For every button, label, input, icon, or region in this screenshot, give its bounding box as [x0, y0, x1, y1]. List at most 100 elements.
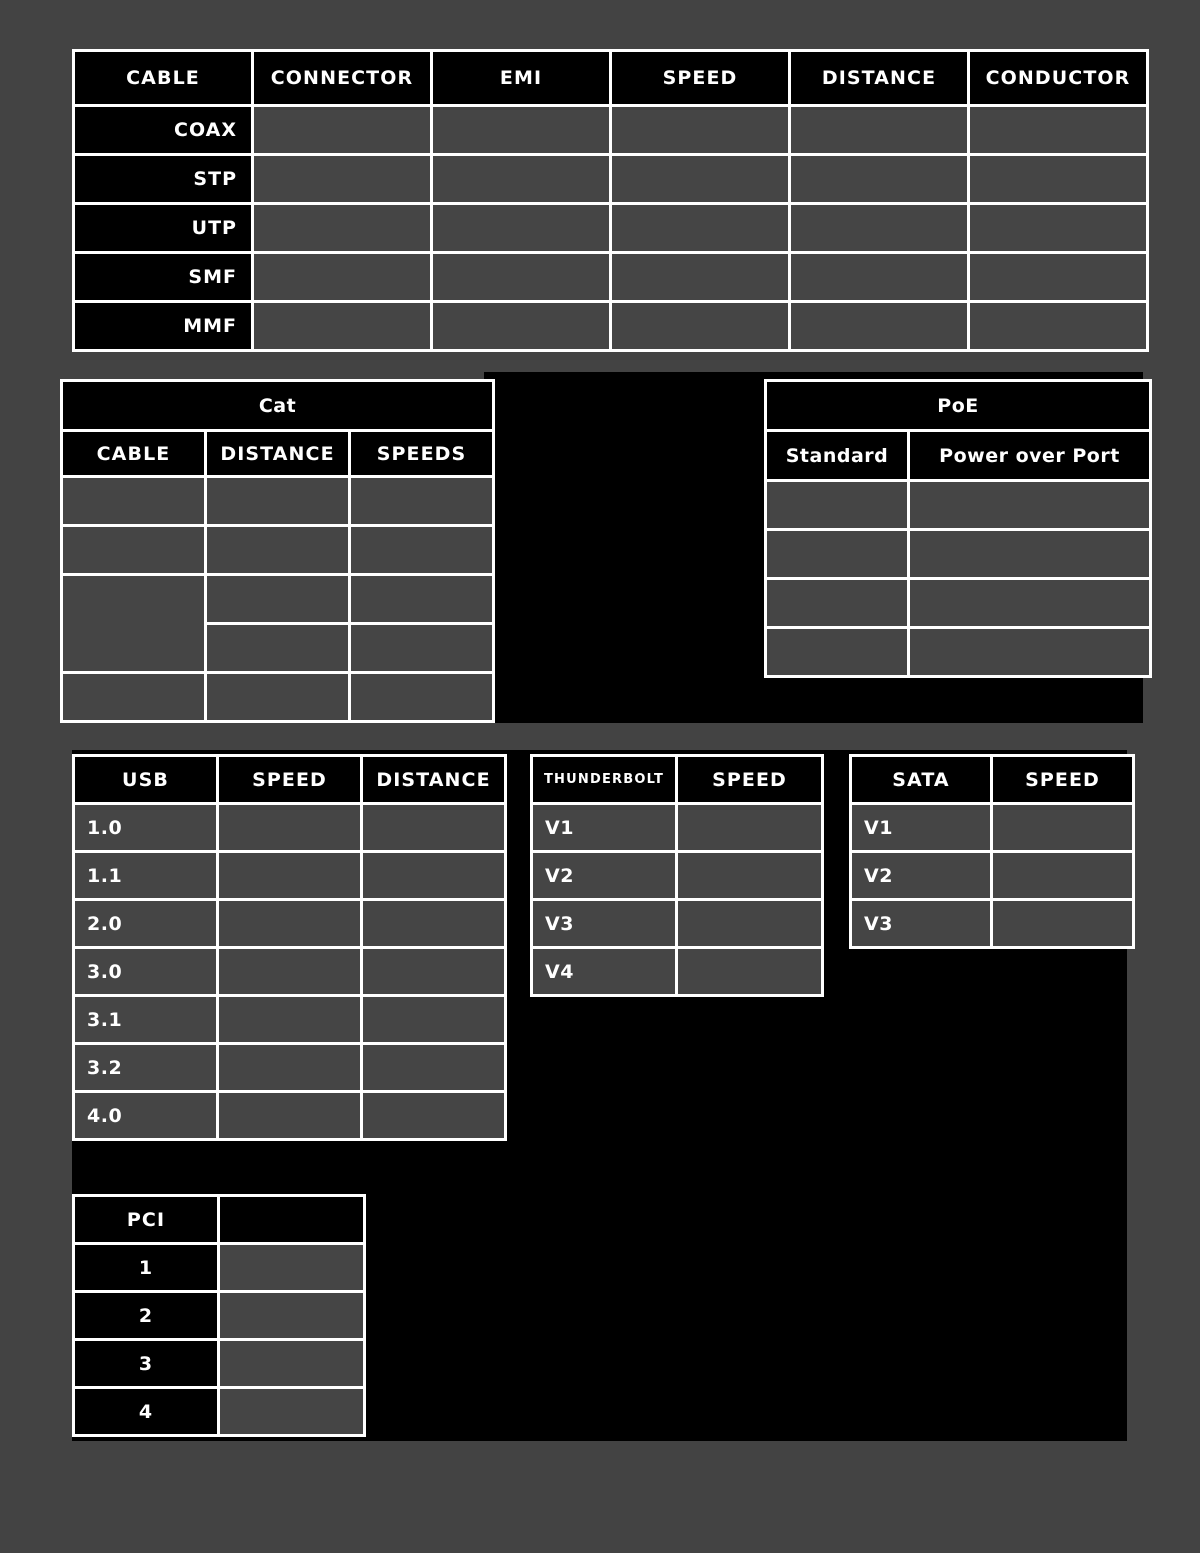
answer-cell[interactable] — [791, 205, 967, 251]
answer-cell[interactable] — [791, 303, 967, 349]
answer-cell[interactable] — [910, 629, 1149, 675]
table-row — [767, 580, 1149, 626]
usb-table: USB SPEED DISTANCE 1.0 1.1 2.0 3.0 3.1 3… — [72, 754, 507, 1141]
sata-table: SATA SPEED V1 V2 V3 — [849, 754, 1135, 949]
answer-cell[interactable] — [612, 254, 788, 300]
table-row: UTP — [75, 205, 1146, 251]
row-label-usb-40: 4.0 — [75, 1093, 216, 1138]
answer-cell[interactable] — [433, 156, 609, 202]
answer-cell[interactable] — [970, 156, 1146, 202]
table-title-cat: Cat — [63, 382, 493, 429]
col-header-distance: DISTANCE — [207, 432, 348, 475]
answer-cell[interactable] — [612, 107, 788, 153]
answer-cell[interactable] — [351, 674, 493, 720]
answer-cell[interactable] — [219, 901, 360, 946]
answer-cell[interactable] — [219, 1045, 360, 1090]
answer-cell[interactable] — [993, 853, 1132, 898]
col-header-cable: CABLE — [63, 432, 204, 475]
answer-cell[interactable] — [220, 1341, 363, 1386]
answer-cell[interactable] — [63, 674, 204, 720]
answer-cell[interactable] — [433, 254, 609, 300]
answer-cell[interactable] — [207, 576, 348, 622]
col-header-speed: SPEED — [993, 757, 1132, 802]
answer-cell[interactable] — [363, 853, 504, 898]
answer-cell[interactable] — [254, 107, 430, 153]
answer-cell[interactable] — [207, 625, 348, 671]
answer-cell[interactable] — [219, 1093, 360, 1138]
table-header-row: USB SPEED DISTANCE — [75, 757, 504, 802]
answer-cell-merged[interactable] — [63, 576, 204, 671]
answer-cell[interactable] — [207, 527, 348, 573]
answer-cell[interactable] — [351, 576, 493, 622]
answer-cell[interactable] — [220, 1245, 363, 1290]
answer-cell[interactable] — [791, 254, 967, 300]
row-label-usb-11: 1.1 — [75, 853, 216, 898]
answer-cell[interactable] — [612, 303, 788, 349]
answer-cell[interactable] — [433, 107, 609, 153]
answer-cell[interactable] — [219, 853, 360, 898]
answer-cell[interactable] — [678, 949, 821, 994]
answer-cell[interactable] — [970, 254, 1146, 300]
answer-cell[interactable] — [993, 805, 1132, 850]
table-header-row: CABLE CONNECTOR EMI SPEED DISTANCE CONDU… — [75, 52, 1146, 104]
row-label-mmf: MMF — [75, 303, 251, 349]
col-header-speeds: SPEEDS — [351, 432, 493, 475]
poe-table: PoE Standard Power over Port — [764, 379, 1152, 678]
answer-cell[interactable] — [612, 205, 788, 251]
answer-cell[interactable] — [351, 478, 493, 524]
answer-cell[interactable] — [219, 805, 360, 850]
table-row: V3 — [533, 901, 821, 946]
answer-cell[interactable] — [254, 156, 430, 202]
table-row: 4.0 — [75, 1093, 504, 1138]
answer-cell[interactable] — [254, 303, 430, 349]
table-header-row: PCI — [75, 1197, 363, 1242]
answer-cell[interactable] — [220, 1389, 363, 1434]
answer-cell[interactable] — [767, 482, 907, 528]
answer-cell[interactable] — [207, 478, 348, 524]
answer-cell[interactable] — [220, 1293, 363, 1338]
answer-cell[interactable] — [433, 303, 609, 349]
answer-cell[interactable] — [363, 997, 504, 1042]
table-row — [63, 674, 493, 720]
answer-cell[interactable] — [678, 901, 821, 946]
answer-cell[interactable] — [791, 156, 967, 202]
answer-cell[interactable] — [678, 805, 821, 850]
answer-cell[interactable] — [363, 1045, 504, 1090]
answer-cell[interactable] — [970, 205, 1146, 251]
answer-cell[interactable] — [219, 949, 360, 994]
answer-cell[interactable] — [767, 531, 907, 577]
row-label-tb-v3: V3 — [533, 901, 675, 946]
row-label-pci-1: 1 — [75, 1245, 217, 1290]
row-label-usb-10: 1.0 — [75, 805, 216, 850]
answer-cell[interactable] — [678, 853, 821, 898]
table-row — [767, 482, 1149, 528]
answer-cell[interactable] — [970, 107, 1146, 153]
answer-cell[interactable] — [993, 901, 1132, 946]
table-row — [63, 576, 493, 671]
answer-cell[interactable] — [207, 674, 348, 720]
answer-cell[interactable] — [612, 156, 788, 202]
answer-cell[interactable] — [363, 901, 504, 946]
answer-cell[interactable] — [791, 107, 967, 153]
answer-cell[interactable] — [351, 625, 493, 671]
answer-cell[interactable] — [767, 580, 907, 626]
answer-cell[interactable] — [363, 805, 504, 850]
table-row: 2.0 — [75, 901, 504, 946]
answer-cell[interactable] — [254, 205, 430, 251]
col-header-standard: Standard — [767, 432, 907, 479]
answer-cell[interactable] — [254, 254, 430, 300]
answer-cell[interactable] — [363, 1093, 504, 1138]
answer-cell[interactable] — [219, 997, 360, 1042]
answer-cell[interactable] — [970, 303, 1146, 349]
answer-cell[interactable] — [433, 205, 609, 251]
col-header-speed: SPEED — [612, 52, 788, 104]
answer-cell[interactable] — [351, 527, 493, 573]
answer-cell[interactable] — [363, 949, 504, 994]
answer-cell[interactable] — [910, 482, 1149, 528]
table-row: V3 — [852, 901, 1132, 946]
answer-cell[interactable] — [63, 478, 204, 524]
answer-cell[interactable] — [63, 527, 204, 573]
answer-cell[interactable] — [910, 580, 1149, 626]
answer-cell[interactable] — [910, 531, 1149, 577]
answer-cell[interactable] — [767, 629, 907, 675]
